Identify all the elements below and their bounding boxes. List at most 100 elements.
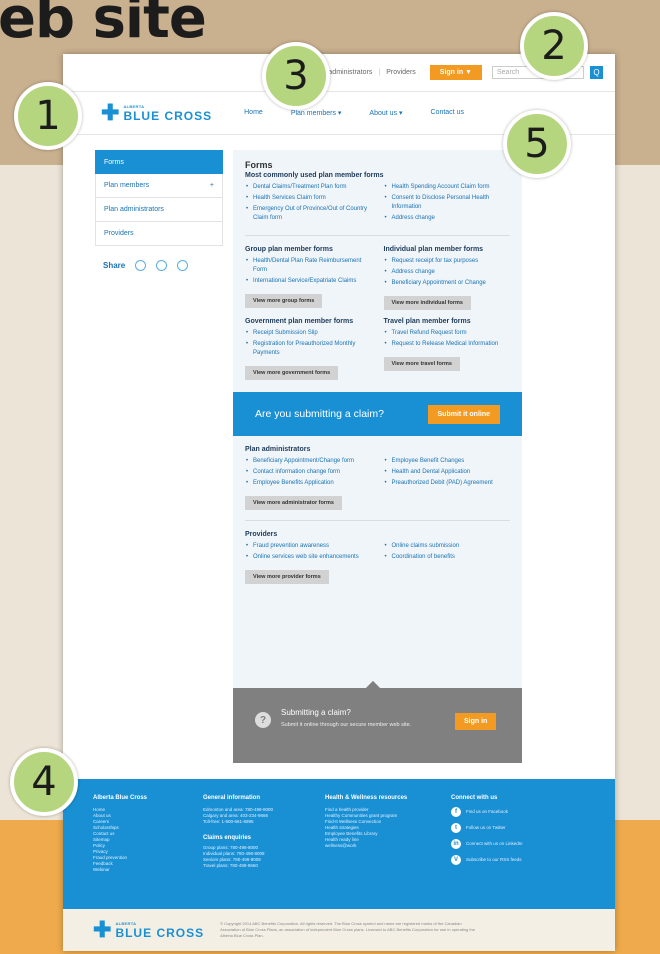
form-link[interactable]: Preauthorized Debit (PAD) Agreement xyxy=(384,479,511,488)
member-forms-section: Group plan member forms Health/Dental Pl… xyxy=(233,236,522,380)
sidebar-item-label: Plan members xyxy=(104,182,150,189)
sidebar: Forms Plan members + Plan administrators… xyxy=(95,150,223,271)
providers-section: Providers Fraud prevention awareness Onl… xyxy=(233,521,522,584)
footer-heading: Connect with us xyxy=(451,795,498,801)
form-link[interactable]: Travel Refund Request form xyxy=(384,329,511,338)
form-link[interactable]: Receipt Submission Slip xyxy=(245,329,372,338)
share-label: Share xyxy=(103,261,126,270)
form-link[interactable]: Emergency Out of Province/Out of Country… xyxy=(245,205,372,223)
form-link[interactable]: International Service/Expatriate Claims xyxy=(245,277,372,286)
forms-section: Forms Most commonly used plan member for… xyxy=(233,150,522,225)
question-icon: ? xyxy=(255,712,271,728)
sidebar-item-forms[interactable]: Forms xyxy=(95,150,223,174)
linkedin-icon[interactable] xyxy=(177,260,189,271)
form-link[interactable]: Online claims submission xyxy=(384,542,511,551)
view-group-forms-button[interactable]: View more group forms xyxy=(245,294,323,308)
callout-5: 5 xyxy=(503,110,571,178)
expand-icon: + xyxy=(209,182,214,189)
footer-link[interactable]: Subscribe to our RSS feeds xyxy=(466,857,522,863)
facebook-icon[interactable]: f xyxy=(451,807,461,817)
prompt-text: Submit it online through our secure memb… xyxy=(281,722,412,728)
form-link[interactable]: Online services web site enhancements xyxy=(245,553,372,562)
footer-subheading: Claims enquiries xyxy=(203,835,252,841)
footer-heading: Health & Wellness resources xyxy=(325,795,408,801)
form-link[interactable]: Address change xyxy=(384,214,511,223)
submit-online-button[interactable]: Submit it online xyxy=(427,404,500,424)
footer-logo[interactable]: ✚ ALBERTA BLUE CROSS xyxy=(93,919,204,941)
form-link[interactable]: Beneficiary Appointment or Change xyxy=(384,279,511,288)
sign-in-button[interactable]: Sign in ▼ xyxy=(429,65,482,80)
group-forms-title: Group plan member forms xyxy=(245,246,333,253)
form-link[interactable]: Health Spending Account Claim form xyxy=(384,183,511,192)
utility-separator: | xyxy=(378,69,381,76)
view-admin-forms-button[interactable]: View more administrator forms xyxy=(245,496,342,510)
form-link[interactable]: Address change xyxy=(384,268,511,277)
form-link[interactable]: Dental Claims/Treatment Plan form xyxy=(245,183,372,192)
twitter-icon[interactable] xyxy=(156,260,168,271)
site-logo[interactable]: ✚ ALBERTA BLUE CROSS xyxy=(101,102,212,124)
logo-big-text: BLUE CROSS xyxy=(123,108,213,123)
footer-link[interactable]: Find us on Facebook xyxy=(466,809,508,815)
view-travel-forms-button[interactable]: View more travel forms xyxy=(383,357,460,371)
copyright-text: © Copyright 2014 ABC Benefits Corporatio… xyxy=(220,921,475,938)
common-forms-title: Most commonly used plan member forms xyxy=(245,172,384,179)
sidebar-item-plan-administrators[interactable]: Plan administrators xyxy=(95,198,223,222)
form-link[interactable]: Employee Benefit Changes xyxy=(384,457,511,466)
form-link[interactable]: Health and Dental Application xyxy=(384,468,511,477)
form-link[interactable]: Employee Benefits Application xyxy=(245,479,372,488)
twitter-icon[interactable]: t xyxy=(451,823,461,833)
form-link[interactable]: Consent to Disclose Personal Health Info… xyxy=(384,194,511,212)
view-individual-forms-button[interactable]: View more individual forms xyxy=(383,296,471,310)
common-forms-right: Health Spending Account Claim form Conse… xyxy=(384,183,511,225)
form-link[interactable]: Coordination of benefits xyxy=(384,553,511,562)
footer-col-general: General information Edmonton and area: 7… xyxy=(203,795,303,893)
form-link[interactable]: Registration for Preauthorized Monthly P… xyxy=(245,340,372,358)
callout-2: 2 xyxy=(520,12,588,80)
callout-4: 4 xyxy=(10,748,78,816)
form-link[interactable]: Beneficiary Appointment/Change form xyxy=(245,457,372,466)
rss-icon[interactable]: V xyxy=(451,855,461,865)
sidebar-item-providers[interactable]: Providers xyxy=(95,222,223,246)
nav-plan-members[interactable]: Plan members ▾ xyxy=(291,109,342,117)
share-row: Share xyxy=(95,260,223,271)
utility-link-providers[interactable]: Providers xyxy=(386,69,416,76)
linkedin-icon[interactable]: in xyxy=(451,839,461,849)
sidebar-item-label: Forms xyxy=(104,158,124,166)
nav-about-us[interactable]: About us ▾ xyxy=(369,109,402,117)
footer-link[interactable]: Follow us on Twitter xyxy=(466,825,506,831)
nav-home[interactable]: Home xyxy=(244,109,263,117)
facebook-icon[interactable] xyxy=(135,260,147,271)
banner-question: Are you submitting a claim? xyxy=(255,408,384,420)
footer-col-health: Health & Wellness resources Find a healt… xyxy=(325,795,429,893)
claim-banner: Are you submitting a claim? Submit it on… xyxy=(233,392,522,436)
logo-big-text: BLUE CROSS xyxy=(115,925,205,940)
page-title: Forms xyxy=(245,160,273,170)
search-icon[interactable]: Q xyxy=(590,66,603,79)
form-link[interactable]: Health Services Claim form xyxy=(245,194,372,203)
form-link[interactable]: Contact information change form xyxy=(245,468,372,477)
prompt-title: Submitting a claim? xyxy=(281,708,351,717)
form-link[interactable]: Health/Dental Plan Rate Reimbursement Fo… xyxy=(245,257,372,275)
main-nav: Home Plan members ▾ About us ▾ Contact u… xyxy=(244,109,464,117)
view-provider-forms-button[interactable]: View more provider forms xyxy=(245,570,329,584)
footer-heading: General information xyxy=(203,795,261,801)
website-screenshot: Plan administrators | Providers Sign in … xyxy=(63,54,615,951)
main-content: Forms Most commonly used plan member for… xyxy=(233,150,522,763)
form-link[interactable]: Fraud prevention awareness xyxy=(245,542,372,551)
form-link[interactable]: Request to Release Medical Information xyxy=(384,340,511,349)
callout-1: 1 xyxy=(14,82,82,150)
footer-link[interactable]: Connect with us on LinkedIn xyxy=(466,841,523,847)
sidebar-item-label: Plan administrators xyxy=(104,206,164,213)
providers-title: Providers xyxy=(245,531,278,538)
sidebar-item-plan-members[interactable]: Plan members + xyxy=(95,174,223,198)
nav-contact-us[interactable]: Contact us xyxy=(431,109,464,117)
slide-heading: eb site xyxy=(0,0,207,51)
form-link[interactable]: Request receipt for tax purposes xyxy=(384,257,511,266)
site-footer: Alberta Blue Cross Home About us Careers… xyxy=(63,779,615,909)
prompt-sign-in-button[interactable]: Sign in xyxy=(455,713,497,730)
footer-link[interactable]: wellness@work xyxy=(325,843,429,849)
footer-col-connect: Connect with us f Find us on Facebook t Fo… xyxy=(451,795,551,893)
travel-forms-title: Travel plan member forms xyxy=(383,318,471,325)
footer-link[interactable]: Webinar xyxy=(93,867,181,873)
view-government-forms-button[interactable]: View more government forms xyxy=(245,366,339,380)
